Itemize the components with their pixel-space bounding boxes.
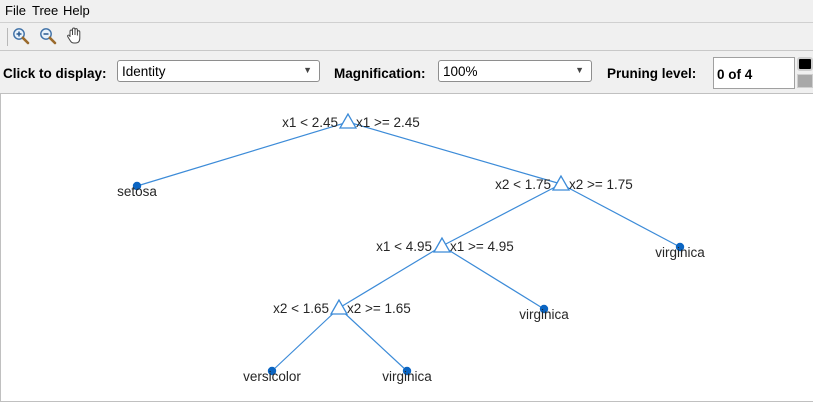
- split-node-icon[interactable]: [432, 236, 452, 253]
- split-right-label: x1 >= 2.45: [356, 115, 420, 130]
- pan-button[interactable]: [65, 26, 85, 46]
- tree-edge: [441, 183, 562, 247]
- tree-canvas[interactable]: x1 < 2.45 x1 >= 2.45 setosa x2 < 1.75 x2 >= …: [0, 93, 813, 402]
- split-node-icon[interactable]: [551, 174, 571, 191]
- chevron-down-icon: ▼: [303, 65, 312, 75]
- controls-panel: Click to display: Identity ▼ Magnificati…: [0, 50, 813, 93]
- decision-tree: x1 < 2.45 x1 >= 2.45 setosa x2 < 1.75 x2 >= …: [117, 112, 705, 384]
- display-label: Click to display:: [3, 66, 107, 81]
- menu-help[interactable]: Help: [63, 3, 90, 18]
- leaf-label: virginica: [655, 245, 705, 260]
- leaf-label: versicolor: [243, 369, 301, 384]
- tree-edge: [441, 245, 545, 310]
- tree-edge: [560, 183, 681, 248]
- zoom-in-icon: [13, 28, 30, 45]
- toolbar-separator: [7, 28, 8, 46]
- leaf-label: virginica: [519, 307, 569, 322]
- split-right-label: x2 >= 1.65: [347, 301, 411, 316]
- chevron-down-icon: ▼: [575, 65, 584, 75]
- leaf-label: setosa: [117, 184, 157, 199]
- split-right-label: x2 >= 1.75: [569, 177, 633, 192]
- split-node-icon[interactable]: [338, 112, 358, 129]
- zoom-in-button[interactable]: [11, 26, 31, 46]
- pruning-label: Pruning level:: [607, 66, 697, 81]
- menu-tree[interactable]: Tree: [32, 3, 58, 18]
- split-right-label: x1 >= 4.95: [450, 239, 514, 254]
- display-dropdown[interactable]: Identity ▼: [117, 60, 320, 82]
- menu-file[interactable]: File: [5, 3, 26, 18]
- display-value: Identity: [122, 64, 166, 79]
- prune-decrease-button[interactable]: [797, 74, 813, 88]
- tree-edge: [136, 121, 349, 187]
- prune-increase-button[interactable]: [797, 57, 813, 71]
- split-left-label: x2 < 1.65: [273, 301, 329, 316]
- zoom-out-icon: [40, 28, 57, 45]
- split-left-label: x1 < 4.95: [376, 239, 432, 254]
- leaf-label: virginica: [382, 369, 432, 384]
- pruning-level-value: 0 of 4: [717, 67, 753, 82]
- tree-edge: [271, 307, 340, 372]
- magnification-value: 100%: [443, 64, 478, 79]
- menu-bar: File Tree Help: [0, 0, 813, 22]
- split-node-icon[interactable]: [329, 298, 349, 315]
- magnification-dropdown[interactable]: 100% ▼: [438, 60, 592, 82]
- magnification-label: Magnification:: [334, 66, 426, 81]
- split-left-label: x1 < 2.45: [282, 115, 338, 130]
- split-left-label: x2 < 1.75: [495, 177, 551, 192]
- tree-edge: [347, 121, 562, 185]
- zoom-out-button[interactable]: [38, 26, 58, 46]
- pan-hand-icon: [67, 27, 81, 44]
- tree-edge: [338, 245, 443, 309]
- pruning-level-field[interactable]: 0 of 4: [713, 57, 795, 89]
- tree-edge: [338, 307, 408, 372]
- toolbar: [0, 22, 813, 50]
